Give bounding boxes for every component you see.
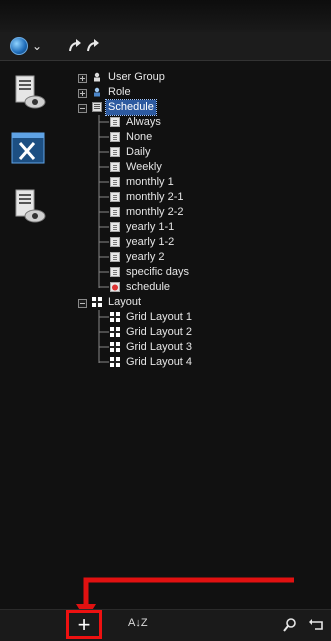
tree-item-label: Schedule xyxy=(105,99,157,116)
setup-tools-icon[interactable] xyxy=(8,129,48,169)
tree-item-layout-child[interactable]: Grid Layout 4 xyxy=(74,355,324,370)
tree-item-schedule-child[interactable]: None xyxy=(74,130,324,145)
tree-item-layout-child[interactable]: Grid Layout 1 xyxy=(74,310,324,325)
schedule-doc-icon xyxy=(110,177,120,187)
tree-item-schedule-child[interactable]: Weekly xyxy=(74,160,324,175)
tree-item-label: monthly 2-1 xyxy=(126,191,184,203)
sort-az-icon: A↓Z xyxy=(128,617,148,629)
grid-layout-icon xyxy=(110,312,120,322)
title-bar xyxy=(0,0,331,32)
server-monitor-icon[interactable] xyxy=(8,72,48,112)
schedule-children: Always None Daily Weekly monthly 1 month… xyxy=(74,115,324,295)
schedule-doc-icon xyxy=(110,207,120,217)
tree-item-label: Grid Layout 2 xyxy=(126,326,193,338)
tree-item-layout-child[interactable]: Grid Layout 3 xyxy=(74,340,324,355)
tree-item-schedule-child[interactable]: monthly 2-1 xyxy=(74,190,324,205)
collapse-icon[interactable] xyxy=(78,104,87,113)
server-monitor-2-icon[interactable] xyxy=(8,186,48,226)
tree-item-label: Role xyxy=(108,86,131,98)
tree-item-schedule[interactable]: Schedule xyxy=(74,99,324,116)
forward-all-arrow-icon[interactable] xyxy=(86,37,100,55)
schedule-doc-icon xyxy=(110,267,120,277)
tree-item-label: yearly 1-1 xyxy=(126,221,175,233)
tree-item-label: User Group xyxy=(108,71,165,83)
expand-icon[interactable] xyxy=(78,74,87,83)
schedule-doc-icon xyxy=(110,237,120,247)
tree-item-schedule-child[interactable]: specific days xyxy=(74,265,324,280)
tree-item-user-group[interactable]: User Group xyxy=(74,70,324,85)
grid-layout-icon xyxy=(110,357,120,367)
chevron-down-icon: ⌄ xyxy=(32,39,43,53)
schedule-folder-icon xyxy=(92,102,102,112)
custom-schedule-icon xyxy=(110,282,120,292)
top-toolbar: ⌄ xyxy=(0,32,331,61)
tree-item-label: specific days xyxy=(126,266,189,278)
schedule-doc-icon xyxy=(110,252,120,262)
tree-item-label: Grid Layout 4 xyxy=(126,356,193,368)
forward-arrow-icon[interactable] xyxy=(68,37,82,55)
tree-item-label: monthly 1 xyxy=(126,176,174,188)
tree-item-label: schedule xyxy=(126,281,171,293)
tree-item-schedule-child[interactable]: yearly 2 xyxy=(74,250,324,265)
tree-item-schedule-child[interactable]: Always xyxy=(74,115,324,130)
tree-item-schedule-child[interactable]: monthly 1 xyxy=(74,175,324,190)
tree-item-label: yearly 2 xyxy=(126,251,165,263)
tree-item-label: Layout xyxy=(108,296,142,308)
schedule-doc-icon xyxy=(110,117,120,127)
layout-grid-icon xyxy=(92,297,102,307)
sort-button[interactable]: A↓Z xyxy=(128,618,148,629)
refresh-icon[interactable] xyxy=(308,616,326,634)
tree-item-schedule-child[interactable]: Daily xyxy=(74,145,324,160)
tree-item-label: Daily xyxy=(126,146,151,158)
role-icon xyxy=(94,87,100,97)
tree-item-label: monthly 2-2 xyxy=(126,206,184,218)
globe-icon xyxy=(10,37,28,55)
tree-item-label: yearly 1-2 xyxy=(126,236,175,248)
schedule-doc-icon xyxy=(110,192,120,202)
bottom-toolbar: + A↓Z xyxy=(0,609,331,641)
tree-item-schedule-child[interactable]: monthly 2-2 xyxy=(74,205,324,220)
user-group-icon xyxy=(94,72,100,82)
tree-item-layout-child[interactable]: Grid Layout 2 xyxy=(74,325,324,340)
globe-dropdown-button[interactable]: ⌄ xyxy=(10,37,50,55)
tree-item-label: Weekly xyxy=(126,161,162,173)
layout-children: Grid Layout 1 Grid Layout 2 Grid Layout … xyxy=(74,310,324,370)
add-button[interactable]: + xyxy=(66,610,102,639)
tree-item-schedule-child[interactable]: schedule xyxy=(74,280,324,295)
tree-item-label: None xyxy=(126,131,153,143)
tree-item-schedule-child[interactable]: yearly 1-1 xyxy=(74,220,324,235)
search-icon[interactable] xyxy=(282,617,298,633)
tree-item-schedule-child[interactable]: yearly 1-2 xyxy=(74,235,324,250)
tree-item-label: Grid Layout 1 xyxy=(126,311,193,323)
tree-item-role[interactable]: Role xyxy=(74,85,324,100)
grid-layout-icon xyxy=(110,327,120,337)
resource-tree: User Group Role Schedule Always None Dai… xyxy=(74,70,324,370)
schedule-doc-icon xyxy=(110,222,120,232)
tree-item-label: Always xyxy=(126,116,161,128)
grid-layout-icon xyxy=(110,342,120,352)
tree-item-layout[interactable]: Layout xyxy=(74,295,324,310)
schedule-doc-icon xyxy=(110,162,120,172)
collapse-icon[interactable] xyxy=(78,299,87,308)
schedule-doc-icon xyxy=(110,132,120,142)
left-nav xyxy=(8,72,58,243)
tree-item-label: Grid Layout 3 xyxy=(126,341,193,353)
expand-icon[interactable] xyxy=(78,89,87,98)
schedule-doc-icon xyxy=(110,147,120,157)
